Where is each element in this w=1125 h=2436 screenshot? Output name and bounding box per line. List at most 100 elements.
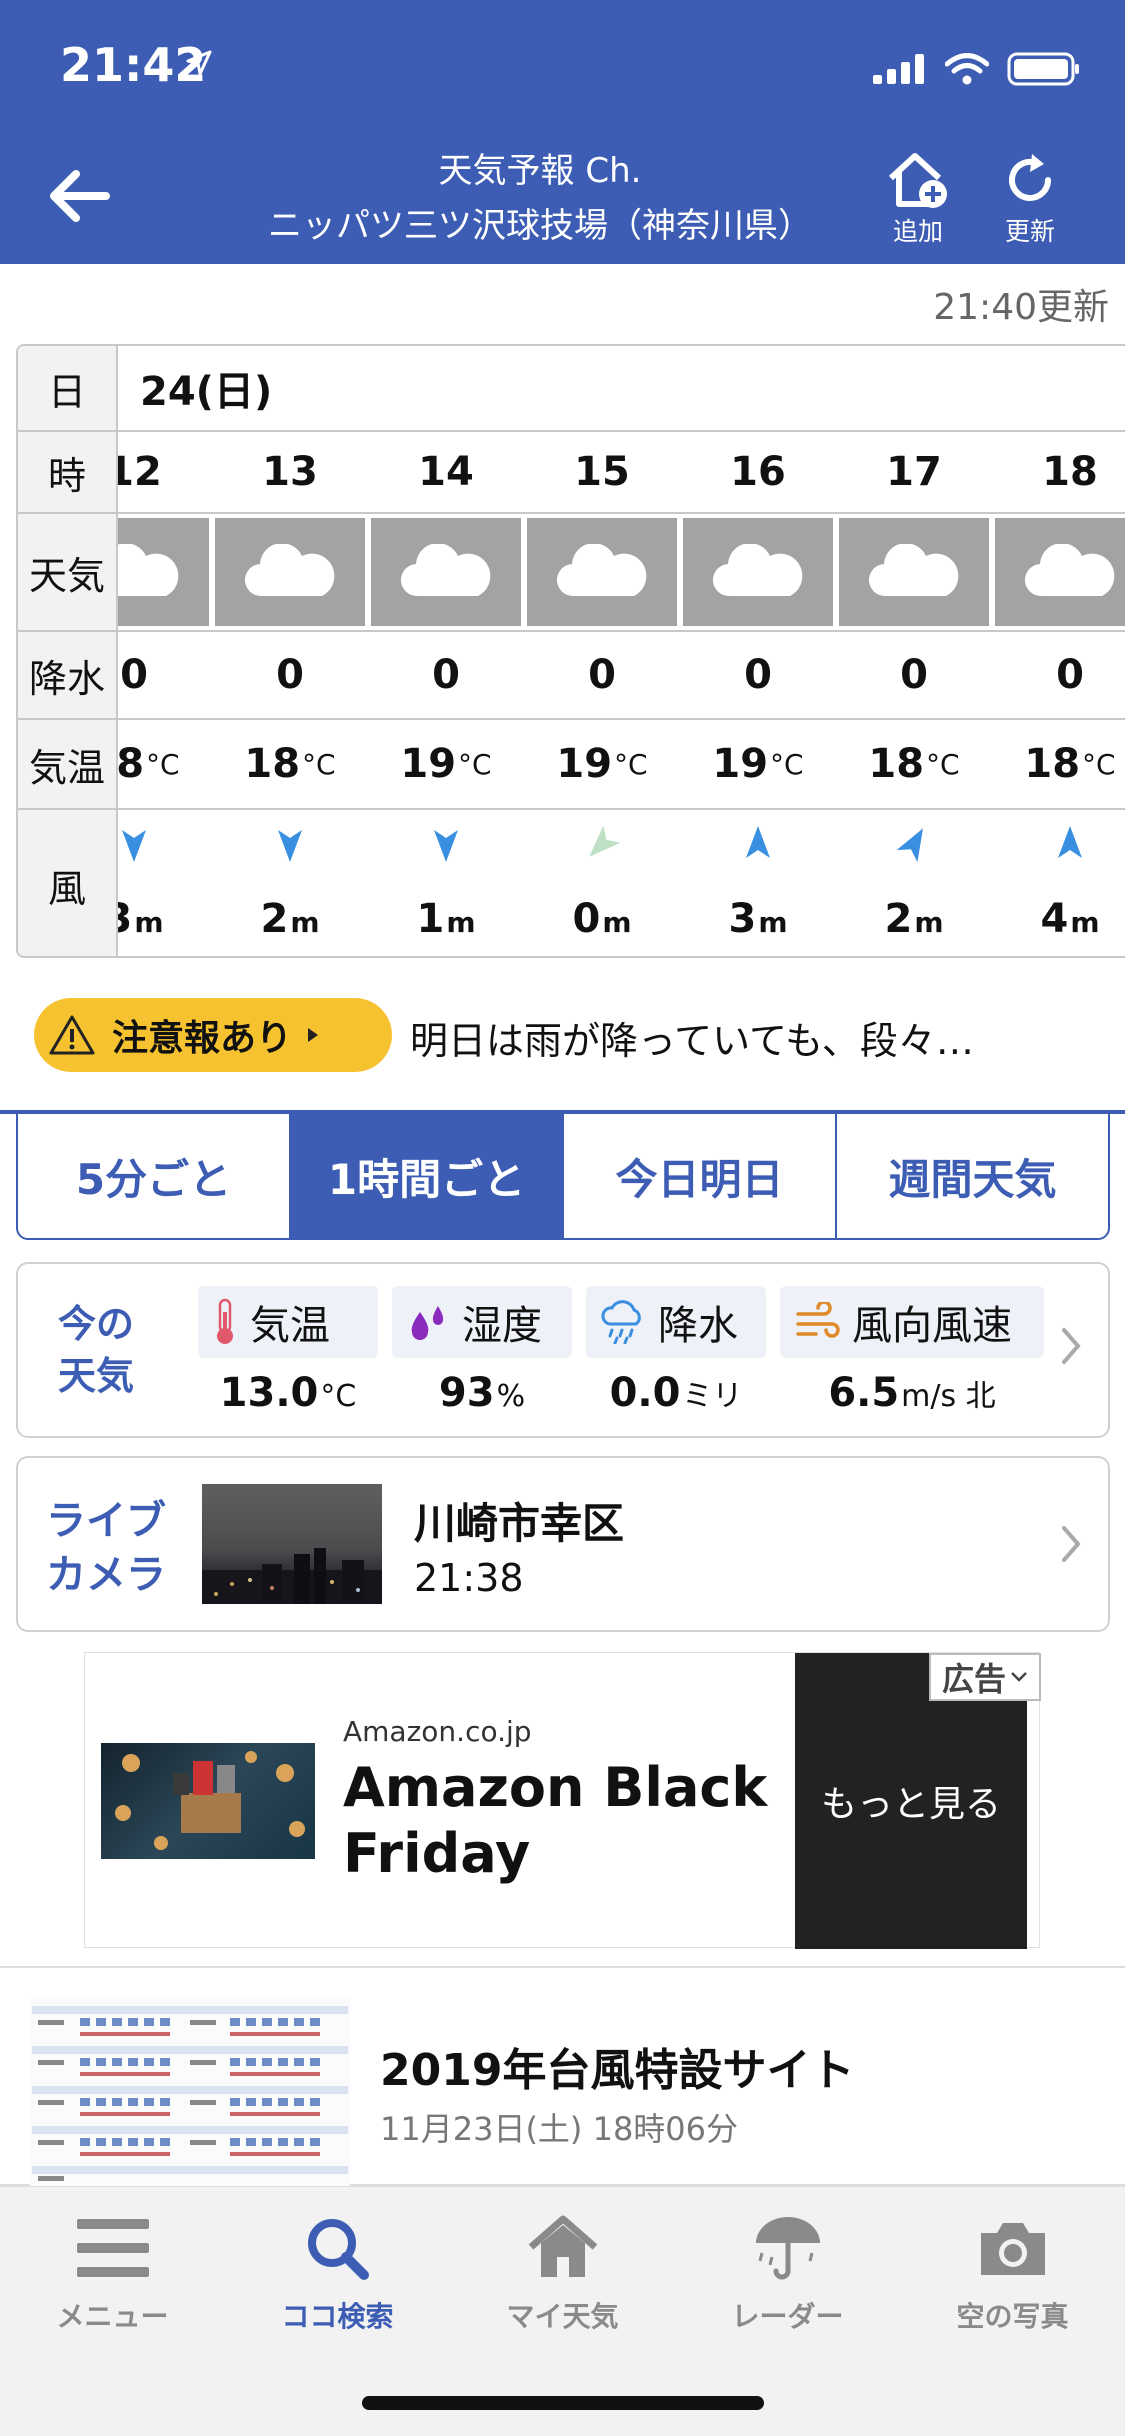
temp-unit: °C [926, 747, 960, 781]
weather-cell [212, 514, 368, 630]
wind-direction-arrow-icon [589, 825, 621, 857]
wind-speed-unit: m [1070, 906, 1100, 939]
add-label: 追加 [892, 217, 943, 246]
wind-direction-arrow-icon [896, 828, 923, 863]
wind-speed: 2m [884, 896, 943, 942]
weather-icon-box [215, 518, 365, 626]
wind-cell: 1m [368, 810, 524, 956]
precip-cell: 0 [744, 652, 772, 698]
hour-cell: 14 [418, 449, 474, 495]
nav-search[interactable]: ココ検索 [225, 2213, 450, 2335]
date-label: 24(日) [140, 369, 273, 415]
status-icons [873, 52, 1081, 86]
wind-speed-value: 4 [1040, 896, 1069, 942]
tab-weekly[interactable]: 週間天気 [837, 1114, 1108, 1238]
precip-value: 0.0 [609, 1370, 681, 1416]
temp-unit: °C [614, 747, 648, 781]
tab-today-tomorrow[interactable]: 今日明日 [564, 1114, 837, 1238]
wind-speed-value: 2 [260, 896, 289, 942]
caret-right-icon [308, 1028, 319, 1042]
ad-image[interactable] [101, 1743, 315, 1859]
cloud-icon [245, 544, 335, 597]
current-weather-card[interactable]: 今の 天気 気温 13.0°C 湿度 93% 降水 0.0ミリ 風向風速 6.5… [16, 1262, 1110, 1438]
weather-icon-box [371, 518, 521, 626]
wind-speed-unit: m [758, 906, 788, 939]
temp-value: 18 [244, 741, 301, 787]
weather-cell [836, 514, 992, 630]
news-item[interactable]: 2019年台風特設サイト 11月23日(土) 18時06分 [0, 1966, 1125, 2188]
news-title: 2019年台風特設サイト [380, 2045, 855, 2096]
menu-icon [76, 2219, 149, 2277]
temp-value: 13.0 [219, 1370, 319, 1416]
cloud-icon [401, 544, 491, 597]
home-add-icon [888, 153, 947, 208]
temp-value: 18 [1024, 741, 1081, 787]
wind-speed-unit: m [914, 906, 944, 939]
wifi-icon [945, 53, 989, 85]
tab-hourly[interactable]: 1時間ごと [291, 1114, 564, 1238]
location-arrow-icon [186, 50, 212, 76]
temp-unit: °C [770, 747, 804, 781]
wind-speed-unit: m [134, 906, 164, 939]
current-wind: 風向風速 6.5m/s 北 [780, 1286, 1044, 1432]
app-header: 21:42 天気予報 Ch. ニッパツ三ツ沢球技場（神奈川県） 追加 更新 [0, 0, 1125, 264]
hour-cell: 17 [886, 449, 942, 495]
wind-direction-arrow-icon [122, 830, 146, 862]
alert-text[interactable]: 明日は雨が降っていても、段々… [410, 1010, 974, 1065]
weather-cell [992, 514, 1125, 630]
forecast-tabs: 5分ごと 1時間ごと 今日明日 週間天気 [16, 1114, 1110, 1240]
chevron-right-icon [1062, 1328, 1081, 1364]
wind-icon [796, 1302, 840, 1338]
ad-tag[interactable]: 広告 [929, 1653, 1041, 1701]
alert-badge[interactable]: 注意報あり [34, 998, 392, 1072]
back-button[interactable] [46, 168, 110, 224]
row-label-hour: 時 [18, 432, 118, 512]
temp-cell: 18°C [212, 720, 368, 808]
ad-domain: Amazon.co.jp [343, 1715, 532, 1748]
precip-cell: 0 [1056, 652, 1084, 698]
refresh-button[interactable]: 更新 [990, 150, 1070, 248]
temp-cell: 18°C [992, 720, 1125, 808]
humidity-value: 93 [438, 1370, 495, 1416]
precip-cell: 0 [432, 652, 460, 698]
weather-cell [680, 514, 836, 630]
rain-cloud-icon [601, 1300, 641, 1344]
wind-cell: 3m [118, 810, 212, 956]
hourly-forecast-table[interactable]: 日 24(日) 時 12131415161718 天気 降水 0000000 気… [16, 344, 1125, 958]
ad-product-image [115, 1751, 305, 1850]
nav-my-weather[interactable]: マイ天気 [450, 2213, 675, 2335]
nav-sky-photos[interactable]: 空の写真 [900, 2213, 1125, 2335]
wind-speed: 0m [572, 896, 631, 942]
status-time: 21:42 [60, 38, 207, 92]
weather-cell [524, 514, 680, 630]
weather-row: 天気 [18, 514, 1125, 632]
news-thumbnail [30, 1996, 350, 2188]
nav-radar[interactable]: レーダー [675, 2213, 900, 2335]
row-label-day: 日 [18, 346, 118, 430]
date-row: 日 24(日) [18, 346, 1125, 432]
precip-chip: 降水 [586, 1286, 766, 1358]
weather-cell [368, 514, 524, 630]
live-camera-thumbnail[interactable] [202, 1484, 382, 1604]
add-button[interactable]: 追加 [878, 150, 958, 248]
precip-cell: 0 [900, 652, 928, 698]
tab-5min[interactable]: 5分ごと [18, 1114, 291, 1238]
live-camera-card[interactable]: ライブ カメラ 川崎市幸区 21:38 [16, 1456, 1110, 1632]
current-precip: 降水 0.0ミリ [586, 1286, 766, 1432]
hour-cell: 15 [574, 449, 630, 495]
wind-speed: 4m [1040, 896, 1099, 942]
hour-cell: 13 [262, 449, 318, 495]
search-icon [307, 2219, 369, 2280]
wind-speed-value: 2 [884, 896, 913, 942]
ad-banner[interactable]: Amazon.co.jp Amazon Black Friday もっと見る 広… [84, 1652, 1041, 1949]
warning-icon [49, 1015, 95, 1055]
thermometer-icon [217, 1298, 233, 1344]
hour-cell: 12 [118, 449, 162, 495]
ad-title: Amazon Black Friday [343, 1756, 768, 1885]
nav-menu[interactable]: メニュー [0, 2213, 225, 2335]
wind-speed: 2m [260, 896, 319, 942]
temp-unit: °C [1082, 747, 1116, 781]
temp-unit: °C [458, 747, 492, 781]
typhoon-forecast-table-image [32, 2006, 348, 2181]
temp-unit: °C [302, 747, 336, 781]
